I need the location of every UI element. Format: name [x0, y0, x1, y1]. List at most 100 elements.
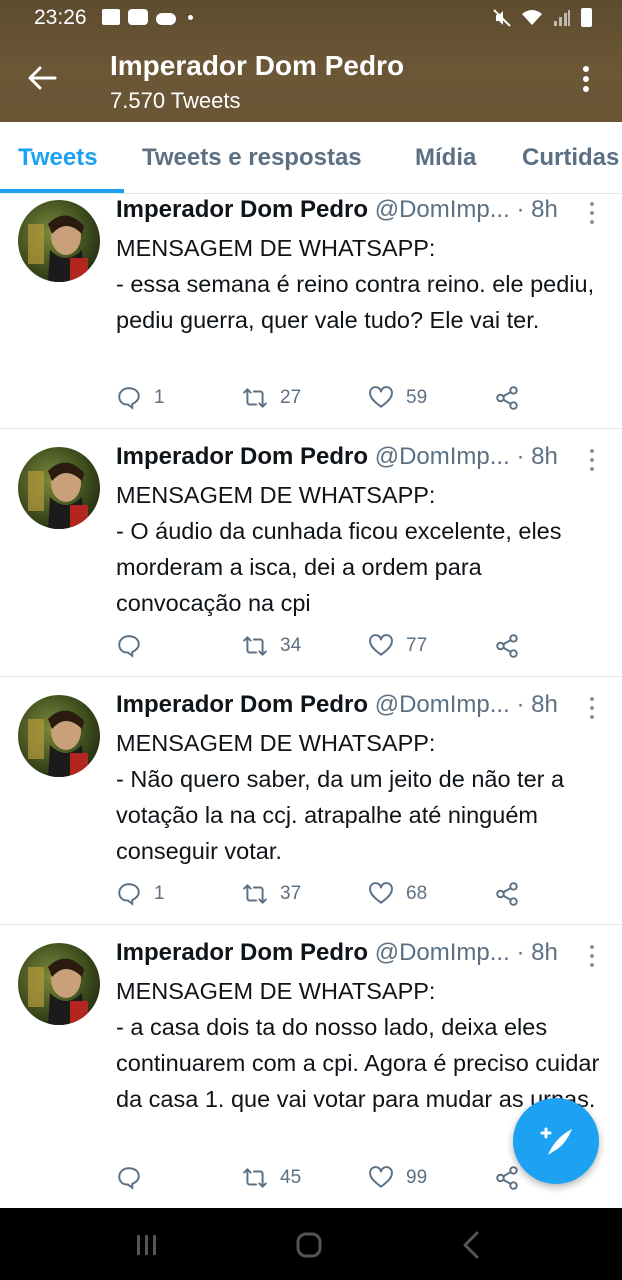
tweet-actions: 1 37 68	[116, 881, 536, 911]
status-time: 23:26	[34, 6, 87, 29]
tweet-more-button[interactable]	[588, 202, 596, 224]
back-button[interactable]	[24, 60, 60, 96]
mute-icon	[493, 8, 511, 27]
like-button[interactable]: 68	[368, 881, 427, 907]
retweet-count: 34	[280, 635, 302, 656]
app-bar: Imperador Dom Pedro 7.570 Tweets	[0, 38, 622, 122]
reply-icon	[118, 1167, 140, 1190]
active-tab-indicator	[0, 189, 124, 193]
tab-likes[interactable]: Curtidas	[522, 144, 619, 172]
tab-media[interactable]: Mídia	[415, 144, 476, 172]
share-icon	[496, 1166, 518, 1190]
dot-icon	[188, 14, 193, 20]
compose-tweet-icon	[540, 1127, 572, 1155]
status-bar: 23:26	[0, 0, 622, 38]
like-count: 77	[406, 635, 428, 656]
reply-button[interactable]: 1	[116, 385, 165, 411]
like-button[interactable]: 77	[368, 633, 427, 659]
tweet-more-button[interactable]	[588, 945, 596, 967]
arrow-left-icon	[28, 66, 57, 90]
system-nav-bar	[0, 1208, 622, 1280]
avatar[interactable]	[18, 447, 100, 529]
retweet-icon	[243, 388, 267, 408]
recents-icon	[137, 1235, 156, 1255]
avatar[interactable]	[18, 200, 100, 282]
battery-icon	[581, 8, 592, 27]
tweet[interactable]: Imperador Dom Pedro @DomImp... · 8h MENS…	[0, 677, 622, 925]
more-options-button[interactable]	[574, 62, 598, 96]
back-icon	[463, 1231, 479, 1259]
reply-count: 1	[154, 883, 165, 904]
home-button[interactable]	[292, 1228, 326, 1262]
reply-icon	[118, 387, 140, 410]
reply-count: 1	[154, 387, 165, 408]
share-icon	[496, 634, 518, 658]
retweet-button[interactable]: 34	[242, 633, 301, 659]
tweet-author-handle: @DomImp...	[374, 443, 510, 470]
share-button[interactable]	[494, 385, 520, 411]
cloud-icon	[156, 12, 176, 25]
tweet-time: · 8h	[516, 691, 558, 718]
youtube-icon	[128, 9, 148, 25]
reply-button[interactable]	[116, 633, 154, 659]
retweet-icon	[243, 1168, 267, 1188]
tweet-more-button[interactable]	[588, 449, 596, 471]
tweet[interactable]: Imperador Dom Pedro @DomImp... · 8h MENS…	[0, 194, 622, 429]
tweet-text: MENSAGEM DE WHATSAPP: - O áudio da cunha…	[116, 482, 562, 616]
retweet-button[interactable]: 37	[242, 881, 301, 907]
like-button[interactable]: 59	[368, 385, 427, 411]
heart-icon	[369, 634, 393, 656]
signal-icon	[554, 9, 570, 26]
reply-button[interactable]	[116, 1165, 154, 1191]
retweet-count: 27	[280, 387, 302, 408]
tweet-text: MENSAGEM DE WHATSAPP: - a casa dois ta d…	[116, 978, 600, 1112]
tweet-author-handle: @DomImp...	[374, 196, 510, 223]
share-button[interactable]	[494, 1165, 520, 1191]
tab-tweets-and-replies[interactable]: Tweets e respostas	[142, 144, 362, 172]
recents-button[interactable]	[130, 1228, 164, 1262]
avatar[interactable]	[18, 695, 100, 777]
tweet-time: · 8h	[516, 443, 558, 470]
like-button[interactable]: 99	[368, 1165, 427, 1191]
retweet-icon	[243, 636, 267, 656]
heart-icon	[369, 386, 393, 408]
profile-header: 23:26 Imperador Dom Pedro 7.570 Tweets	[0, 0, 622, 122]
tweet-author-name[interactable]: Imperador Dom Pedro	[116, 939, 368, 966]
reply-icon	[118, 883, 140, 906]
tweet-actions: 34 77	[116, 633, 536, 663]
retweet-count: 37	[280, 883, 302, 904]
heart-icon	[369, 1166, 393, 1188]
tweet-author-name[interactable]: Imperador Dom Pedro	[116, 443, 368, 470]
tab-tweets[interactable]: Tweets	[18, 144, 98, 172]
share-icon	[496, 386, 518, 410]
tweet-author-handle: @DomImp...	[374, 691, 510, 718]
tweet-text: MENSAGEM DE WHATSAPP: - Não quero saber,…	[116, 730, 565, 864]
retweet-count: 45	[280, 1167, 302, 1188]
retweet-icon	[243, 884, 267, 904]
gallery-icon	[102, 9, 120, 25]
reply-button[interactable]: 1	[116, 881, 165, 907]
like-count: 59	[406, 387, 428, 408]
compose-tweet-button[interactable]	[513, 1098, 599, 1184]
tweet-actions: 1 27 59	[116, 385, 536, 415]
tweet-author-handle: @DomImp...	[374, 939, 510, 966]
profile-tabs: Tweets Tweets e respostas Mídia Curtidas	[0, 122, 622, 194]
retweet-button[interactable]: 45	[242, 1165, 301, 1191]
retweet-button[interactable]: 27	[242, 385, 301, 411]
tweet-more-button[interactable]	[588, 697, 596, 719]
tweet-time: · 8h	[516, 196, 558, 223]
tweet-text: MENSAGEM DE WHATSAPP: - essa semana é re…	[116, 235, 595, 333]
like-count: 99	[406, 1167, 428, 1188]
heart-icon	[369, 882, 393, 904]
tweet-count: 7.570 Tweets	[110, 88, 241, 113]
avatar[interactable]	[18, 943, 100, 1025]
tweet-author-name[interactable]: Imperador Dom Pedro	[116, 196, 368, 223]
tweet[interactable]: Imperador Dom Pedro @DomImp... · 8h MENS…	[0, 429, 622, 677]
system-back-button[interactable]	[454, 1228, 488, 1262]
tweet-time: · 8h	[516, 939, 558, 966]
home-icon	[296, 1232, 322, 1258]
share-button[interactable]	[494, 633, 520, 659]
tweet-author-name[interactable]: Imperador Dom Pedro	[116, 691, 368, 718]
reply-icon	[118, 635, 140, 658]
share-button[interactable]	[494, 881, 520, 907]
